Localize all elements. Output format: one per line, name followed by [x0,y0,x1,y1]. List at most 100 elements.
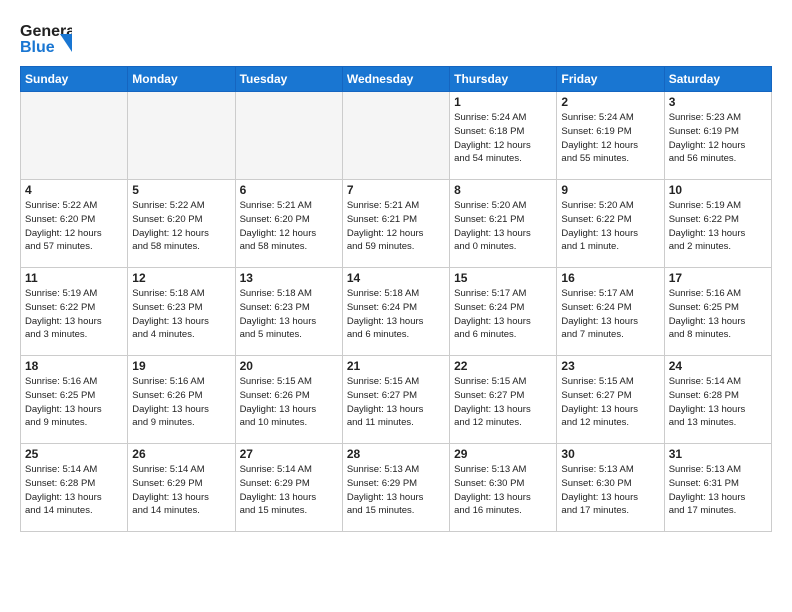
day-number: 26 [132,447,230,461]
calendar-day: 21Sunrise: 5:15 AM Sunset: 6:27 PM Dayli… [342,356,449,444]
calendar-day [342,92,449,180]
day-info: Sunrise: 5:14 AM Sunset: 6:28 PM Dayligh… [669,375,767,430]
day-number: 30 [561,447,659,461]
day-number: 21 [347,359,445,373]
calendar-week-1: 1 Sunrise: 5:24 AM Sunset: 6:18 PM Daylig… [21,92,772,180]
day-info: Sunrise: 5:20 AM Sunset: 6:21 PM Dayligh… [454,199,552,254]
day-info: Sunrise: 5:17 AM Sunset: 6:24 PM Dayligh… [561,287,659,342]
calendar-day: 15 Sunrise: 5:17 AM Sunset: 6:24 PM Dayli… [450,268,557,356]
day-info: Sunrise: 5:15 AM Sunset: 6:26 PM Dayligh… [240,375,338,430]
weekday-header-row: SundayMondayTuesdayWednesdayThursdayFrid… [21,67,772,92]
day-info: Sunrise: 5:24 AM Sunset: 6:18 PM Dayligh… [454,111,552,166]
calendar-day: 11 Sunrise: 5:19 AM Sunset: 6:22 PM Dayli… [21,268,128,356]
calendar-day: 7 Sunrise: 5:21 AM Sunset: 6:21 PM Daylig… [342,180,449,268]
day-number: 25 [25,447,123,461]
day-info: Sunrise: 5:16 AM Sunset: 6:25 PM Dayligh… [669,287,767,342]
calendar-day [128,92,235,180]
day-info: Sunrise: 5:14 AM Sunset: 6:29 PM Dayligh… [132,463,230,518]
day-info: Sunrise: 5:18 AM Sunset: 6:24 PM Dayligh… [347,287,445,342]
day-number: 20 [240,359,338,373]
logo: General Blue [20,16,72,60]
weekday-header-friday: Friday [557,67,664,92]
weekday-header-sunday: Sunday [21,67,128,92]
day-info: Sunrise: 5:14 AM Sunset: 6:28 PM Dayligh… [25,463,123,518]
calendar-day: 30 Sunrise: 5:13 AM Sunset: 6:30 PM Dayli… [557,444,664,532]
day-number: 19 [132,359,230,373]
day-number: 7 [347,183,445,197]
calendar-day: 1 Sunrise: 5:24 AM Sunset: 6:18 PM Daylig… [450,92,557,180]
day-info: Sunrise: 5:20 AM Sunset: 6:22 PM Dayligh… [561,199,659,254]
day-number: 12 [132,271,230,285]
day-number: 5 [132,183,230,197]
day-number: 15 [454,271,552,285]
weekday-header-saturday: Saturday [664,67,771,92]
calendar-day: 13 Sunrise: 5:18 AM Sunset: 6:23 PM Dayli… [235,268,342,356]
day-info: Sunrise: 5:16 AM Sunset: 6:25 PM Dayligh… [25,375,123,430]
day-info: Sunrise: 5:17 AM Sunset: 6:24 PM Dayligh… [454,287,552,342]
calendar-day: 12 Sunrise: 5:18 AM Sunset: 6:23 PM Dayli… [128,268,235,356]
day-number: 17 [669,271,767,285]
day-info: Sunrise: 5:16 AM Sunset: 6:26 PM Dayligh… [132,375,230,430]
calendar-day: 27 Sunrise: 5:14 AM Sunset: 6:29 PM Dayli… [235,444,342,532]
day-number: 23 [561,359,659,373]
weekday-header-wednesday: Wednesday [342,67,449,92]
day-number: 13 [240,271,338,285]
calendar-week-5: 25 Sunrise: 5:14 AM Sunset: 6:28 PM Dayli… [21,444,772,532]
day-number: 27 [240,447,338,461]
calendar-day: 4Sunrise: 5:22 AM Sunset: 6:20 PM Daylig… [21,180,128,268]
day-number: 6 [240,183,338,197]
day-number: 14 [347,271,445,285]
calendar-day: 16Sunrise: 5:17 AM Sunset: 6:24 PM Dayli… [557,268,664,356]
day-number: 3 [669,95,767,109]
svg-text:Blue: Blue [20,39,55,56]
header: General Blue [20,16,772,60]
calendar-day: 10 Sunrise: 5:19 AM Sunset: 6:22 PM Dayli… [664,180,771,268]
calendar-day: 18 Sunrise: 5:16 AM Sunset: 6:25 PM Dayli… [21,356,128,444]
day-info: Sunrise: 5:22 AM Sunset: 6:20 PM Dayligh… [25,199,123,254]
day-number: 24 [669,359,767,373]
logo-icon: General Blue [20,16,72,60]
calendar-table: SundayMondayTuesdayWednesdayThursdayFrid… [20,66,772,532]
calendar-week-4: 18 Sunrise: 5:16 AM Sunset: 6:25 PM Dayli… [21,356,772,444]
calendar-day: 28Sunrise: 5:13 AM Sunset: 6:29 PM Dayli… [342,444,449,532]
day-info: Sunrise: 5:13 AM Sunset: 6:29 PM Dayligh… [347,463,445,518]
calendar-day: 3Sunrise: 5:23 AM Sunset: 6:19 PM Daylig… [664,92,771,180]
calendar-week-2: 4Sunrise: 5:22 AM Sunset: 6:20 PM Daylig… [21,180,772,268]
weekday-header-monday: Monday [128,67,235,92]
day-info: Sunrise: 5:21 AM Sunset: 6:20 PM Dayligh… [240,199,338,254]
day-info: Sunrise: 5:13 AM Sunset: 6:30 PM Dayligh… [454,463,552,518]
day-info: Sunrise: 5:18 AM Sunset: 6:23 PM Dayligh… [240,287,338,342]
calendar-day: 19 Sunrise: 5:16 AM Sunset: 6:26 PM Dayli… [128,356,235,444]
day-info: Sunrise: 5:19 AM Sunset: 6:22 PM Dayligh… [25,287,123,342]
day-info: Sunrise: 5:13 AM Sunset: 6:30 PM Dayligh… [561,463,659,518]
calendar-day: 2 Sunrise: 5:24 AM Sunset: 6:19 PM Daylig… [557,92,664,180]
day-info: Sunrise: 5:18 AM Sunset: 6:23 PM Dayligh… [132,287,230,342]
day-number: 10 [669,183,767,197]
calendar-day: 31 Sunrise: 5:13 AM Sunset: 6:31 PM Dayli… [664,444,771,532]
calendar-day: 20 Sunrise: 5:15 AM Sunset: 6:26 PM Dayli… [235,356,342,444]
day-number: 18 [25,359,123,373]
calendar-day [235,92,342,180]
calendar-day [21,92,128,180]
calendar-day: 22Sunrise: 5:15 AM Sunset: 6:27 PM Dayli… [450,356,557,444]
day-info: Sunrise: 5:22 AM Sunset: 6:20 PM Dayligh… [132,199,230,254]
day-info: Sunrise: 5:19 AM Sunset: 6:22 PM Dayligh… [669,199,767,254]
calendar-day: 9 Sunrise: 5:20 AM Sunset: 6:22 PM Daylig… [557,180,664,268]
day-number: 2 [561,95,659,109]
day-info: Sunrise: 5:21 AM Sunset: 6:21 PM Dayligh… [347,199,445,254]
calendar-day: 14 Sunrise: 5:18 AM Sunset: 6:24 PM Dayli… [342,268,449,356]
day-number: 31 [669,447,767,461]
calendar-day: 17 Sunrise: 5:16 AM Sunset: 6:25 PM Dayli… [664,268,771,356]
day-info: Sunrise: 5:14 AM Sunset: 6:29 PM Dayligh… [240,463,338,518]
day-number: 11 [25,271,123,285]
day-number: 9 [561,183,659,197]
calendar-day: 5 Sunrise: 5:22 AM Sunset: 6:20 PM Daylig… [128,180,235,268]
day-info: Sunrise: 5:13 AM Sunset: 6:31 PM Dayligh… [669,463,767,518]
day-info: Sunrise: 5:24 AM Sunset: 6:19 PM Dayligh… [561,111,659,166]
calendar-day: 25 Sunrise: 5:14 AM Sunset: 6:28 PM Dayli… [21,444,128,532]
weekday-header-thursday: Thursday [450,67,557,92]
day-number: 22 [454,359,552,373]
day-number: 1 [454,95,552,109]
page: General Blue SundayMondayTuesdayWednesda… [0,0,792,542]
calendar-day: 6 Sunrise: 5:21 AM Sunset: 6:20 PM Daylig… [235,180,342,268]
